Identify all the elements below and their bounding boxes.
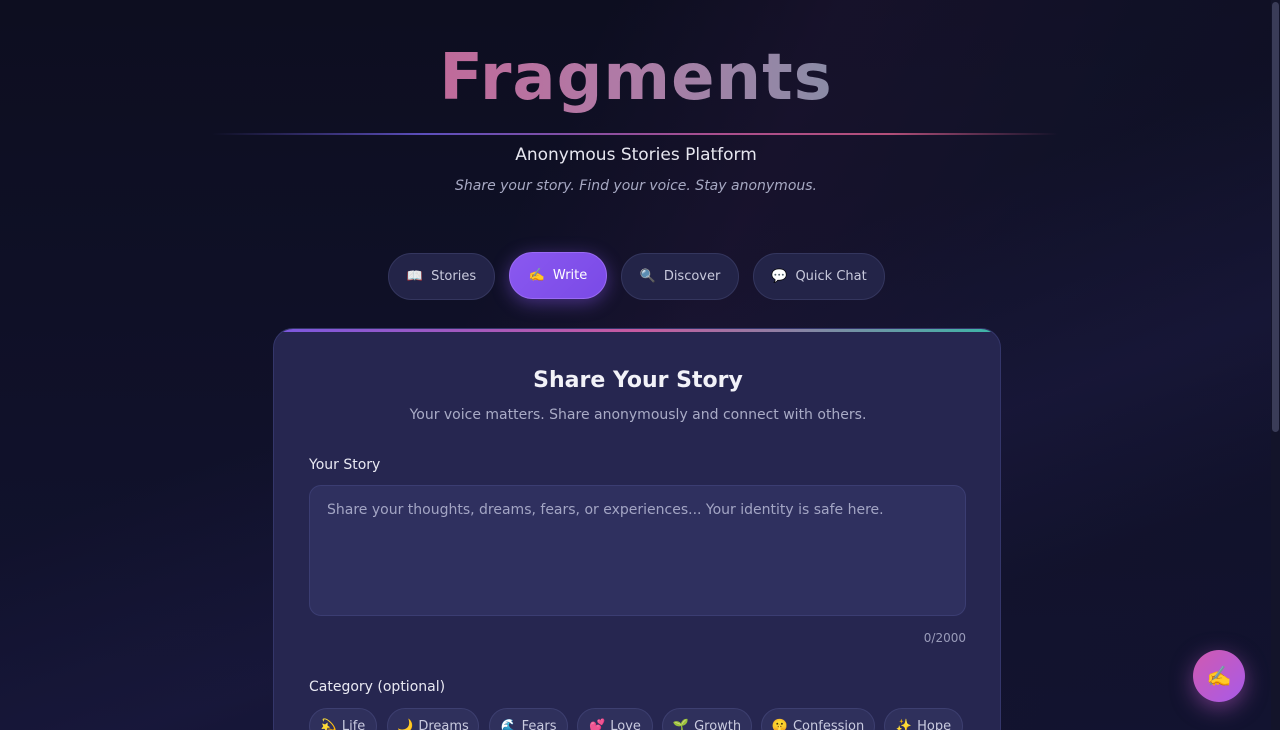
chip-confession[interactable]: 🤫 Confession <box>761 708 875 730</box>
tab-stories[interactable]: 📖 Stories <box>388 253 495 300</box>
main-tabs: 📖 Stories ✍️ Write 🔍 Discover 💬 Quick Ch… <box>0 252 1272 300</box>
chip-label: Dreams <box>418 718 469 730</box>
chip-label: Life <box>341 718 366 730</box>
sparkles-icon: ✨ <box>895 718 913 730</box>
story-textarea[interactable] <box>309 485 966 616</box>
two-hearts-icon: 💕 <box>589 718 606 730</box>
card-accent-bar <box>274 329 1000 332</box>
seedling-icon: 🌱 <box>672 718 690 730</box>
chip-hope[interactable]: ✨ Hope <box>884 708 963 730</box>
writing-hand-icon: ✍️ <box>1206 664 1232 688</box>
chip-fears[interactable]: 🌊 Fears <box>489 708 568 730</box>
book-icon: 📖 <box>406 269 424 284</box>
story-label: Your Story <box>309 457 381 473</box>
brand-title: Fragments <box>439 41 833 115</box>
tagline: Share your story. Find your voice. Stay … <box>454 178 817 194</box>
chip-life[interactable]: 💫 Life <box>309 708 377 730</box>
shushing-face-icon: 🤫 <box>771 718 788 730</box>
magnifier-icon: 🔍 <box>639 269 656 284</box>
category-chips: 💫 Life 🌙 Dreams 🌊 Fears 💕 Love 🌱 Growth … <box>309 708 989 730</box>
tab-label: Quick Chat <box>795 269 867 284</box>
chip-label: Growth <box>694 718 742 730</box>
category-label: Category (optional) <box>309 679 446 695</box>
page-scrollbar[interactable] <box>1271 0 1280 730</box>
chip-label: Fears <box>521 718 557 730</box>
tab-label: Write <box>552 268 588 283</box>
tab-discover[interactable]: 🔍 Discover <box>621 253 739 300</box>
floating-write-button[interactable]: ✍️ <box>1193 650 1245 702</box>
share-story-card: Share Your Story Your voice matters. Sha… <box>273 328 1001 730</box>
tab-label: Stories <box>431 269 477 284</box>
tab-write[interactable]: ✍️ Write <box>509 252 607 299</box>
card-subtitle: Your voice matters. Share anonymously an… <box>409 407 867 423</box>
chip-growth[interactable]: 🌱 Growth <box>662 708 752 730</box>
chip-dreams[interactable]: 🌙 Dreams <box>387 708 479 730</box>
dizzy-star-icon: 💫 <box>320 718 337 730</box>
writing-hand-icon: ✍️ <box>528 268 545 283</box>
subtitle: Anonymous Stories Platform <box>515 145 757 165</box>
chip-label: Hope <box>917 718 952 730</box>
character-counter: 0/2000 <box>923 631 966 645</box>
tab-label: Discover <box>663 269 721 284</box>
page: Fragments Anonymous Stories Platform Sha… <box>0 0 1280 730</box>
card-title: Share Your Story <box>533 368 743 393</box>
tab-quick-chat[interactable]: 💬 Quick Chat <box>753 253 885 300</box>
chip-love[interactable]: 💕 Love <box>577 708 653 730</box>
header-divider <box>212 133 1058 135</box>
scrollbar-thumb[interactable] <box>1272 2 1279 432</box>
chip-label: Confession <box>792 718 865 730</box>
chip-label: Love <box>610 718 641 730</box>
speech-bubble-icon: 💬 <box>771 269 788 284</box>
crescent-moon-icon: 🌙 <box>397 718 414 730</box>
wave-icon: 🌊 <box>500 718 517 730</box>
